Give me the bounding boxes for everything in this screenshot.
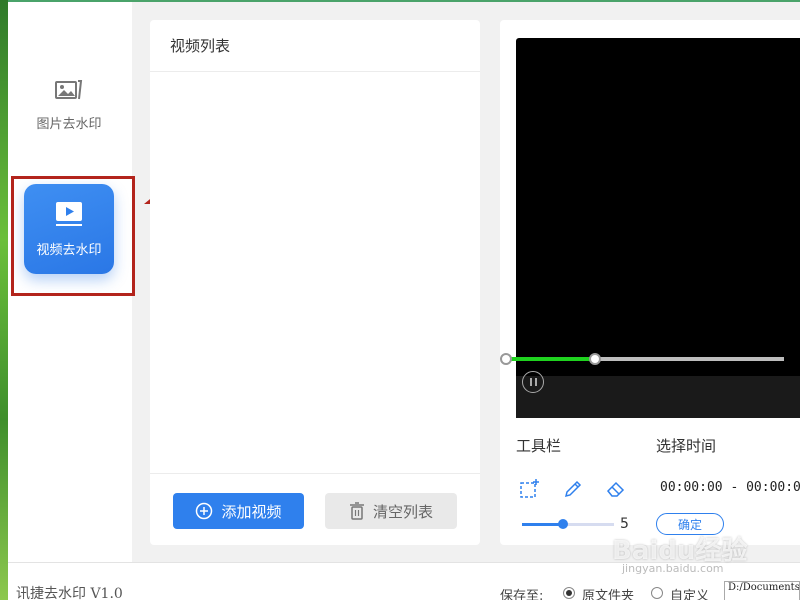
video-control-bar <box>516 376 800 418</box>
player-panel: 工具栏 选择时间 00:00:00 - 00:00:0 5 确定 <box>500 20 800 545</box>
video-progress-fill <box>506 357 595 361</box>
save-path-input[interactable]: D:/Documents <box>724 581 800 600</box>
radio-custom-folder[interactable] <box>651 587 663 599</box>
add-video-label: 添加视频 <box>221 502 282 521</box>
brush-size-fill <box>522 523 564 526</box>
video-preview[interactable] <box>516 38 800 418</box>
confirm-time-button[interactable]: 确定 <box>656 513 724 535</box>
radio-original-folder[interactable] <box>563 587 575 599</box>
image-icon <box>55 79 83 105</box>
pause-icon-bar <box>534 378 537 386</box>
trash-icon <box>349 502 365 520</box>
eraser-icon <box>606 481 625 497</box>
video-list-footer: 添加视频 清空列表 <box>150 473 480 545</box>
eraser-tool[interactable] <box>605 478 627 500</box>
radio-original-folder-label: 原文件夹 <box>582 589 635 600</box>
save-to-label: 保存至: <box>500 589 544 600</box>
brush-size-value: 5 <box>620 516 629 532</box>
pen-icon <box>564 480 582 498</box>
sidebar-item-label: 视频去水印 <box>36 242 102 258</box>
toolbar-label: 工具栏 <box>516 437 562 455</box>
brush-size-knob[interactable] <box>558 519 569 529</box>
app-name-version: 讯捷去水印 V1.0 <box>16 586 123 600</box>
sidebar-item-label: 图片去水印 <box>36 116 102 132</box>
brush-size-slider[interactable] <box>522 519 614 529</box>
clear-list-button[interactable]: 清空列表 <box>325 493 457 529</box>
sidebar-item-image-watermark[interactable]: 图片去水印 <box>24 60 114 150</box>
sidebar-item-video-watermark[interactable]: 视频去水印 <box>24 184 114 274</box>
add-circle-icon <box>195 502 213 520</box>
rect-select-icon <box>520 479 539 498</box>
select-time-label: 选择时间 <box>656 437 717 455</box>
video-progress-track[interactable] <box>500 353 784 365</box>
desktop-background <box>0 0 8 600</box>
status-bar: 讯捷去水印 V1.0 保存至: 原文件夹 自定义 D:/Documents <box>8 562 800 600</box>
add-video-button[interactable]: 添加视频 <box>173 493 304 529</box>
range-end-handle[interactable] <box>588 353 601 365</box>
video-list-title: 视频列表 <box>150 20 480 72</box>
rect-select-tool[interactable] <box>518 478 540 500</box>
range-start-handle[interactable] <box>500 353 512 365</box>
video-list-panel: 视频列表 添加视频 清空列表 <box>150 20 480 545</box>
radio-custom-folder-label: 自定义 <box>670 589 710 600</box>
pause-button[interactable] <box>522 371 544 393</box>
clear-list-label: 清空列表 <box>372 502 433 521</box>
sidebar: 图片去水印 视频去水印 <box>8 2 132 562</box>
play-video-icon <box>55 201 83 231</box>
time-range-display[interactable]: 00:00:00 - 00:00:0 <box>660 480 800 495</box>
pause-icon <box>529 378 532 386</box>
pen-tool[interactable] <box>562 478 584 500</box>
